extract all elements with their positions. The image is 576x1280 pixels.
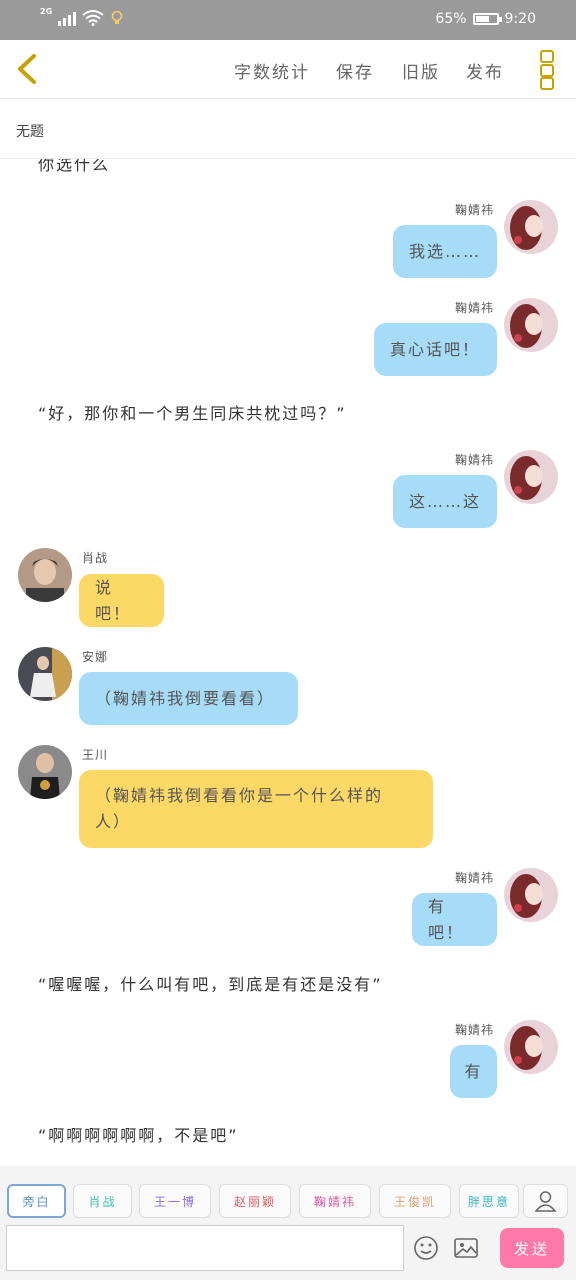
message-line: 人）	[95, 812, 132, 831]
lightbulb-icon	[111, 10, 123, 24]
old-version-button[interactable]: 旧版	[402, 58, 440, 83]
battery-percent: 65%	[435, 11, 467, 27]
avatar[interactable]	[504, 1020, 558, 1074]
add-role-button[interactable]	[523, 1184, 568, 1218]
message-bubble: （鞠婧祎我倒看看你是一个什么样的 人）	[79, 770, 433, 848]
avatar[interactable]	[504, 298, 558, 352]
sender-name: 鞠婧祎	[454, 203, 494, 217]
composer-panel: 旁白 肖战 王一博 赵丽颖 鞠婧祎 王俊凯 胖思意 发送	[0, 1166, 576, 1280]
story-title[interactable]: 无题	[16, 121, 44, 141]
message-input[interactable]	[6, 1225, 404, 1271]
sender-name: 鞠婧祎	[454, 871, 494, 885]
sender-name: 王川	[82, 748, 109, 762]
avatar[interactable]	[18, 548, 72, 602]
narration-line: 你选什么	[38, 159, 111, 174]
avatar[interactable]	[18, 647, 72, 701]
top-toolbar: 字数统计 保存 旧版 发布	[0, 40, 576, 99]
chat-area[interactable]: 你选什么 鞠婧祎 我选…… 鞠婧祎 真心话吧！ “好，那你和一个男生同床共枕过吗…	[0, 159, 576, 1165]
sender-name: 鞠婧祎	[454, 453, 494, 467]
image-button[interactable]	[452, 1234, 480, 1262]
message-bubble: 有	[450, 1045, 497, 1098]
word-count-button[interactable]: 字数统计	[234, 58, 310, 83]
role-chip-narrator[interactable]: 旁白	[7, 1184, 66, 1218]
message-bubble: 这……这	[393, 475, 497, 528]
narration-line: “啊啊啊啊啊啊，不是吧”	[38, 1126, 239, 1145]
send-button[interactable]: 发送	[500, 1228, 564, 1268]
avatar[interactable]	[504, 868, 558, 922]
role-chip[interactable]: 鞠婧祎	[299, 1184, 371, 1218]
signal-icon	[58, 10, 77, 26]
message-line: （鞠婧祎我倒看看你是一个什么样的	[95, 786, 384, 805]
battery-icon	[472, 13, 502, 25]
status-bar: 2G 65% 9:20	[0, 0, 576, 40]
narration-line: “喔喔喔，什么叫有吧，到底是有还是没有”	[38, 975, 383, 994]
sender-name: 安娜	[82, 650, 109, 664]
title-bar: 无题	[0, 99, 576, 159]
role-chip[interactable]: 赵丽颖	[219, 1184, 291, 1218]
avatar[interactable]	[504, 450, 558, 504]
role-chip[interactable]: 王俊凯	[379, 1184, 451, 1218]
role-chip[interactable]: 肖战	[73, 1184, 132, 1218]
save-button[interactable]: 保存	[336, 58, 374, 83]
avatar[interactable]	[504, 200, 558, 254]
more-vertical-icon[interactable]	[540, 50, 556, 90]
network-type: 2G	[40, 7, 53, 16]
chevron-left-icon	[18, 54, 36, 84]
sender-name: 鞠婧祎	[454, 301, 494, 315]
sender-name: 肖战	[82, 551, 109, 565]
message-bubble: 我选……	[393, 225, 497, 278]
back-button[interactable]	[10, 50, 46, 88]
message-bubble: 说吧！	[79, 574, 164, 627]
message-bubble: 有吧！	[412, 893, 497, 946]
narration-line: “好，那你和一个男生同床共枕过吗？”	[38, 404, 347, 423]
emoji-button[interactable]	[412, 1234, 440, 1262]
role-chip[interactable]: 胖思意	[459, 1184, 519, 1218]
sender-name: 鞠婧祎	[454, 1023, 494, 1037]
person-icon	[534, 1191, 557, 1212]
avatar[interactable]	[18, 745, 72, 799]
role-chip[interactable]: 王一博	[139, 1184, 211, 1218]
message-bubble: （鞠婧祎我倒要看看）	[79, 672, 298, 725]
clock: 9:20	[504, 11, 536, 27]
message-bubble: 真心话吧！	[374, 323, 497, 376]
wifi-icon	[82, 10, 104, 26]
publish-button[interactable]: 发布	[466, 58, 504, 83]
image-icon	[454, 1238, 478, 1258]
emoji-icon	[414, 1236, 438, 1260]
